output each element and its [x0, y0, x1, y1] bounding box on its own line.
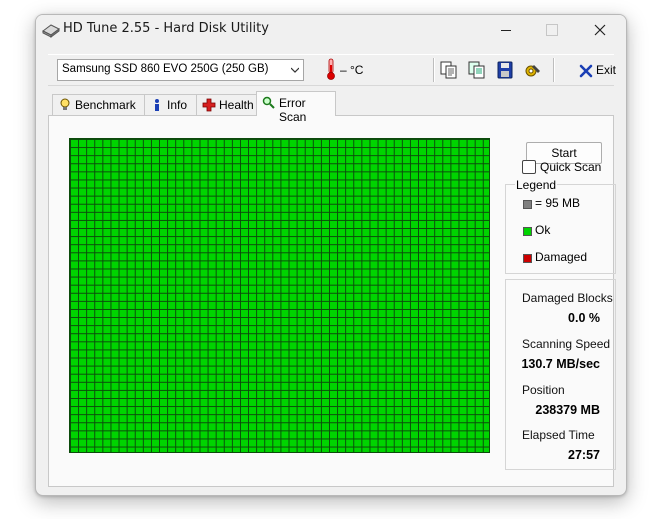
scanning-speed-value: 130.7 MB/sec	[521, 357, 600, 371]
scan-block-map	[69, 138, 490, 453]
red-cross-icon	[202, 98, 216, 112]
window-title: HD Tune 2.55 - Hard Disk Utility	[63, 21, 269, 36]
drive-select-value: Samsung SSD 860 EVO 250G (250 GB)	[62, 63, 269, 75]
thermometer-icon	[327, 58, 335, 80]
toolbar: Samsung SSD 860 EVO 250G (250 GB) – °C E…	[48, 54, 617, 86]
copy-icon[interactable]	[439, 61, 459, 79]
scanning-speed-label: Scanning Speed	[522, 337, 611, 351]
elapsed-time-label: Elapsed Time	[522, 428, 595, 442]
drive-select[interactable]: Samsung SSD 860 EVO 250G (250 GB)	[57, 59, 304, 81]
title-bar[interactable]: HD Tune 2.55 - Hard Disk Utility	[36, 15, 626, 45]
tab-label: Info	[167, 98, 188, 112]
toolbar-separator	[433, 58, 435, 82]
magnifier-icon	[262, 96, 275, 109]
tab-health[interactable]: Health	[196, 94, 257, 115]
legend-ok: Ok	[535, 223, 551, 237]
ok-swatch	[523, 227, 532, 236]
info-icon	[155, 99, 159, 111]
save-icon[interactable]	[495, 61, 515, 79]
tab-label: Benchmark	[75, 98, 136, 112]
exit-button[interactable]: Exit	[577, 61, 617, 81]
tab-error-scan[interactable]: Error Scan	[256, 91, 336, 124]
maximize-button[interactable]	[529, 15, 575, 45]
legend-block-size: = 95 MB	[535, 196, 581, 210]
temperature-readout: – °C	[340, 63, 364, 77]
minimize-button[interactable]	[483, 15, 529, 45]
maximize-icon	[546, 24, 558, 36]
hard-disk-icon	[42, 24, 60, 38]
settings-icon[interactable]	[523, 61, 543, 79]
copy-all-icon[interactable]	[467, 61, 487, 79]
error-scan-panel: Start Quick Scan Legend = 95 MB Ok Damag…	[48, 115, 616, 487]
quick-scan-checkbox[interactable]	[522, 160, 536, 174]
chevron-down-icon	[291, 67, 299, 73]
lightbulb-icon	[60, 98, 70, 110]
damaged-blocks-value: 0.0 %	[568, 311, 600, 325]
exit-label: Exit	[596, 63, 617, 77]
minimize-icon	[501, 29, 511, 31]
close-button[interactable]	[577, 15, 623, 45]
close-icon	[594, 24, 606, 36]
exit-icon	[579, 64, 593, 78]
tab-label: Health	[219, 98, 254, 112]
quick-scan-label: Quick Scan	[540, 160, 602, 174]
legend-title: Legend	[515, 178, 558, 192]
block-size-swatch	[523, 200, 532, 209]
toolbar-separator	[553, 58, 555, 82]
position-label: Position	[522, 383, 565, 397]
position-value: 238379 MB	[535, 403, 600, 417]
legend-damaged: Damaged	[535, 250, 588, 264]
elapsed-time-value: 27:57	[568, 448, 600, 462]
damaged-blocks-label: Damaged Blocks	[522, 291, 613, 305]
tab-label: Error Scan	[279, 96, 307, 124]
tab-info[interactable]: Info	[144, 94, 197, 115]
app-window: HD Tune 2.55 - Hard Disk Utility Samsung…	[35, 14, 627, 496]
damaged-swatch	[523, 254, 532, 263]
tab-benchmark[interactable]: Benchmark	[52, 94, 145, 115]
